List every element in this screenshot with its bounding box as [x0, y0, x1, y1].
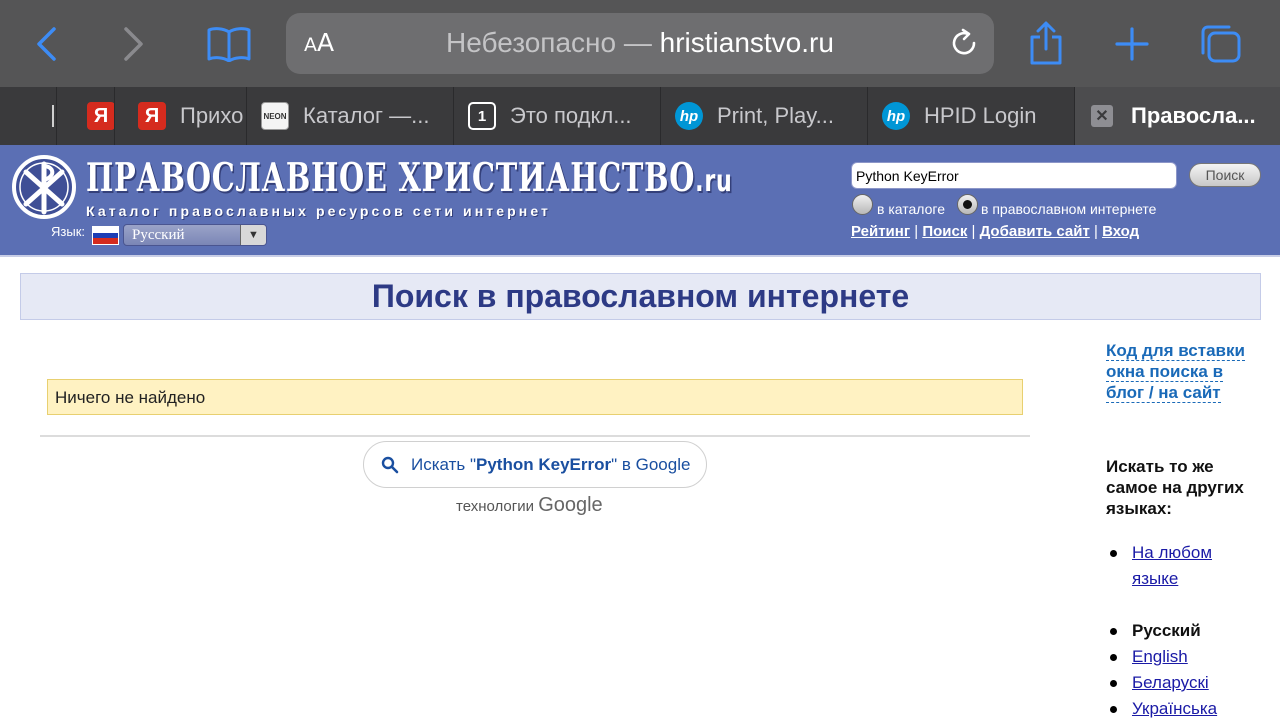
rating-link[interactable]: Рейтинг — [851, 223, 910, 240]
powered-by-google: технологии Google — [456, 494, 603, 516]
language-link-belarusian[interactable]: Беларускі — [1132, 673, 1209, 692]
tabs-overview-icon[interactable] — [1198, 22, 1244, 66]
share-icon[interactable] — [1026, 20, 1066, 66]
close-tab-icon[interactable]: ✕ — [1091, 105, 1113, 127]
divider — [40, 435, 1030, 437]
tab-active-pravoslavie[interactable]: ✕ Правосла... — [1074, 87, 1280, 145]
login-link[interactable]: Вход — [1102, 223, 1139, 240]
list-item: На любом языке — [1106, 540, 1232, 592]
radio-catalog[interactable] — [852, 194, 873, 215]
browser-toolbar: AA Небезопасно — hristianstvo.ru — [0, 0, 1280, 87]
one-icon: 1 — [468, 102, 496, 130]
forward-icon[interactable] — [118, 24, 150, 64]
other-languages-heading: Искать то же самое на других языках: — [1106, 457, 1244, 518]
site-logo-subtitle: Каталог православных ресурсов сети интер… — [86, 203, 552, 219]
yandex-icon: Я — [138, 102, 166, 130]
url-text[interactable]: Небезопасно — hristianstvo.ru — [346, 27, 934, 59]
page-title: Поиск в православном интернете — [371, 278, 910, 314]
address-bar[interactable]: AA Небезопасно — hristianstvo.ru — [286, 13, 994, 74]
tab-title: Print, Play... — [717, 103, 834, 128]
search-icon — [381, 456, 399, 473]
tab-hpid-login[interactable]: hp HPID Login — [867, 87, 1074, 145]
language-label: Язык: — [51, 224, 85, 239]
list-item: English — [1106, 644, 1217, 670]
tab-hp-print[interactable]: hp Print, Play... — [660, 87, 867, 145]
not-found-notice: Ничего не найдено — [47, 379, 1023, 415]
google-button-prefix: Искать " — [411, 454, 477, 474]
language-item-current: Русский — [1106, 618, 1217, 644]
tab-bar: Я Я Прихо NEON Каталог —... 1 Это подкл.… — [0, 87, 1280, 145]
language-select-value: Русский — [132, 227, 185, 243]
google-button-suffix: " в Google — [611, 454, 691, 474]
language-select[interactable]: Русский ▼ — [123, 224, 267, 246]
site-search-button[interactable]: Поиск — [1189, 163, 1261, 187]
google-button-query: Python KeyError — [476, 454, 612, 474]
new-tab-icon[interactable] — [1112, 24, 1152, 64]
tab-title: Правосла... — [1131, 103, 1256, 128]
language-link-english[interactable]: English — [1132, 647, 1188, 666]
reload-icon[interactable] — [948, 27, 980, 64]
tab-title: Каталог —... — [303, 103, 430, 128]
header-links: Рейтинг | Поиск | Добавить сайт | Вход — [851, 223, 1140, 240]
chi-rho-logo-icon[interactable] — [11, 154, 77, 220]
tab-pinned-0[interactable] — [0, 87, 56, 145]
language-list: Русский English Беларускі Українська — [1106, 618, 1217, 722]
tab-title: Это подкл... — [510, 103, 632, 128]
back-icon[interactable] — [30, 24, 62, 64]
tab-catalog[interactable]: NEON Каталог —... — [246, 87, 453, 145]
tab-edge-indicator — [52, 105, 54, 127]
tab-connection[interactable]: 1 Это подкл... — [453, 87, 660, 145]
language-link-ukrainian[interactable]: Українська — [1132, 699, 1217, 718]
radio-catalog-label[interactable]: в каталоге — [877, 201, 945, 217]
page-heading-bar: Поиск в православном интернете — [20, 273, 1261, 320]
radio-orthodox-internet[interactable] — [957, 194, 978, 215]
bookmarks-icon[interactable] — [205, 24, 253, 64]
any-language-list: На любом языке — [1106, 540, 1232, 592]
site-search-input[interactable] — [851, 162, 1177, 189]
site-header: ПРАВОСЛАВНОЕ ХРИСТИАНСТВО.ru Каталог пра… — [0, 145, 1280, 257]
yandex-icon: Я — [87, 102, 114, 130]
embed-code-link[interactable]: Код для вставки окна поиска в блог / на … — [1106, 340, 1256, 403]
google-wordmark: Google — [538, 494, 603, 516]
list-item: Українська — [1106, 696, 1217, 722]
neon-icon: NEON — [261, 102, 289, 130]
site-logo-title[interactable]: ПРАВОСЛАВНОЕ ХРИСТИАНСТВО.ru — [86, 155, 733, 201]
list-item: Беларускі — [1106, 670, 1217, 696]
tab-title: Прихо — [180, 103, 244, 128]
search-in-google-button[interactable]: Искать " Python KeyError " в Google — [363, 441, 707, 488]
chevron-down-icon: ▼ — [240, 225, 266, 245]
radio-orthodox-internet-label[interactable]: в православном интернете — [981, 201, 1156, 217]
hp-icon: hp — [675, 102, 703, 130]
russia-flag-icon — [92, 226, 119, 245]
add-site-link[interactable]: Добавить сайт — [980, 223, 1090, 240]
tab-title: HPID Login — [924, 103, 1037, 128]
tab-yandex-2[interactable]: Я Прихо — [114, 87, 246, 145]
reader-text-size-button[interactable]: AA — [304, 28, 334, 57]
any-language-link[interactable]: На любом языке — [1132, 540, 1232, 592]
tab-yandex-1[interactable]: Я — [56, 87, 114, 145]
search-link[interactable]: Поиск — [922, 223, 967, 240]
hp-icon: hp — [882, 102, 910, 130]
